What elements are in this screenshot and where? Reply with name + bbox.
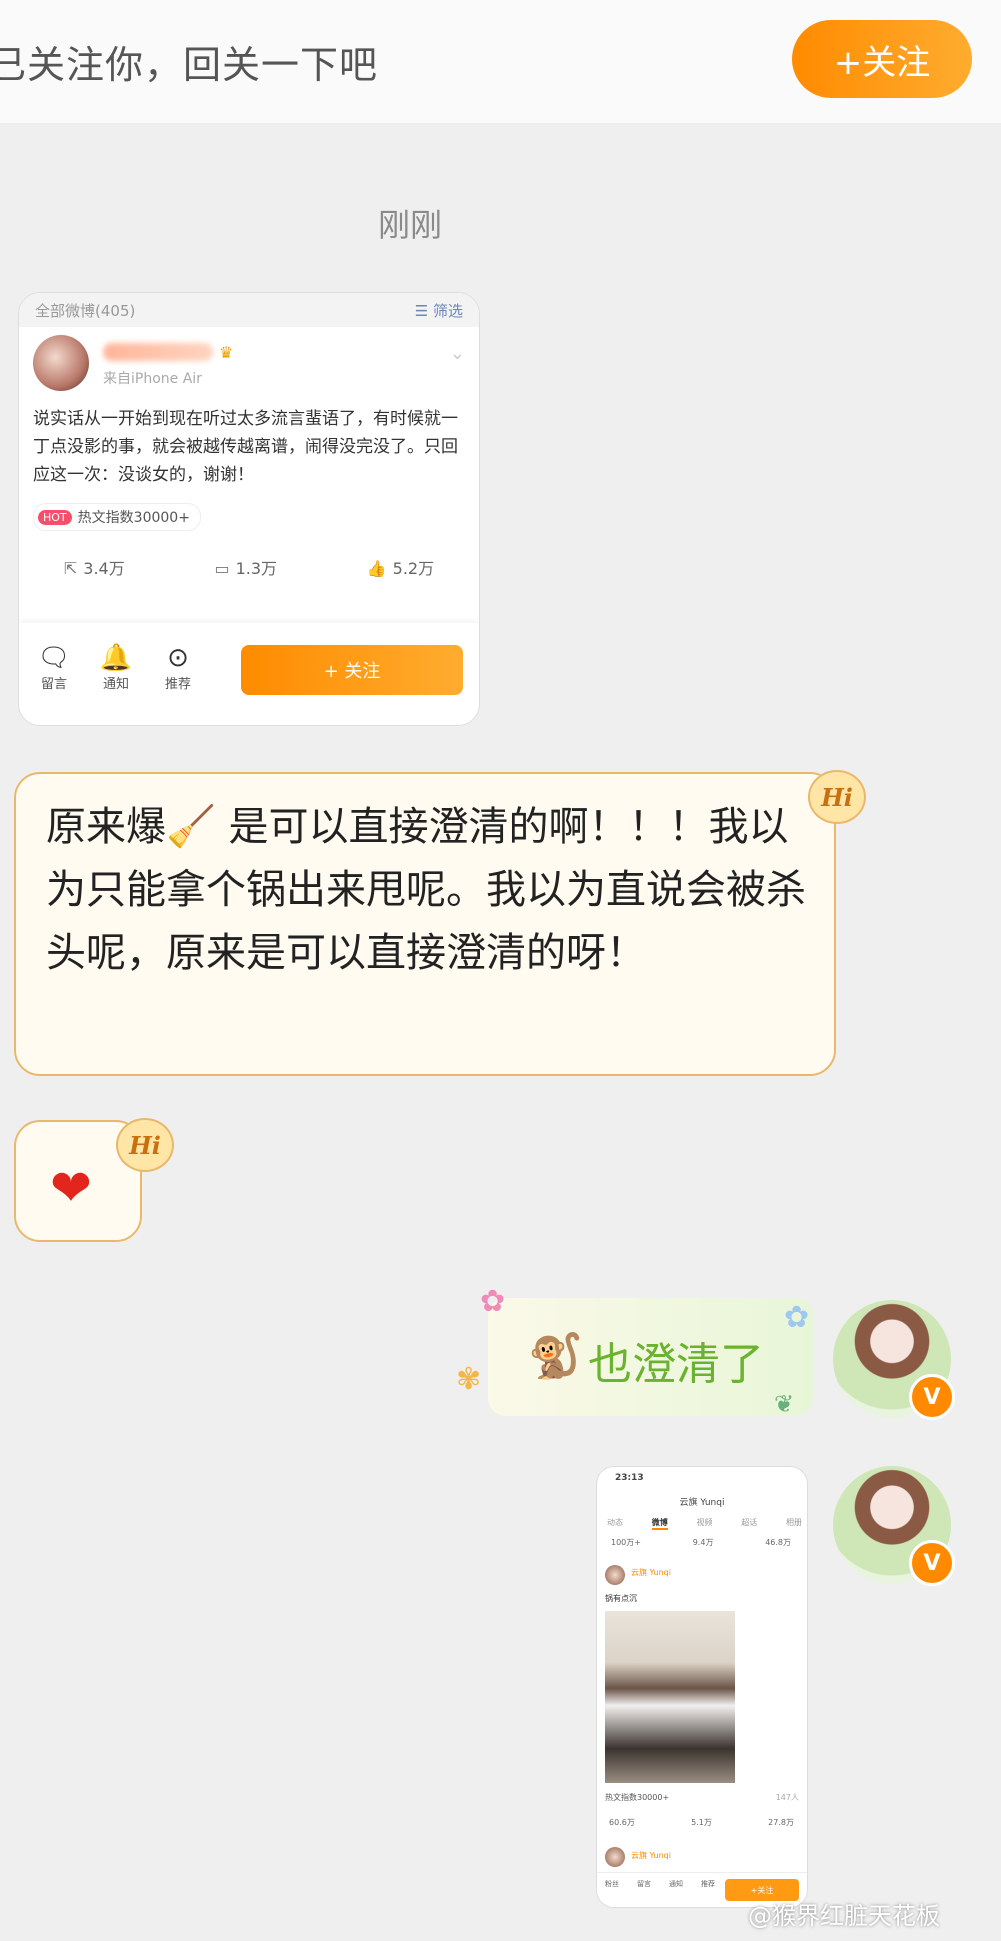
phone-bar-items: 粉丝 留言 通知 推荐 xyxy=(605,1879,715,1889)
phone-tab-active: 微博 xyxy=(651,1517,668,1530)
phone-bar-item: 推荐 xyxy=(701,1880,715,1888)
incoming-message-text: 原来爆🧹 是可以直接澄清的啊！！！我以为只能拿个锅出来甩呢。我以为直说会被杀头呢… xyxy=(46,804,806,976)
heart-icon: ❤ xyxy=(50,1159,92,1217)
flower-decoration-icon: ✿ xyxy=(480,1284,506,1319)
outgoing-screenshot-image[interactable]: 23:13 云旗 Yunqi 动态 微博 视频 超话 相册 100万+ 9.4万… xyxy=(596,1466,808,1908)
verified-badge-icon: V xyxy=(909,1540,955,1586)
phone-hot-label: 热文指数30000+ xyxy=(605,1793,670,1802)
verified-badge-icon: V xyxy=(909,1374,955,1420)
hot-index-tag: HOT 热文指数30000+ xyxy=(33,503,201,531)
like-stat: 👍 5.2万 xyxy=(367,555,434,579)
repost-count: 3.4万 xyxy=(83,559,125,578)
crown-icon: ♛ xyxy=(219,343,234,362)
post-source: 来自iPhone Air xyxy=(103,371,202,387)
bar-item-recommend: ⊙ 推荐 xyxy=(153,643,203,692)
phone-tabs: 动态 微博 视频 超话 相册 xyxy=(607,1517,802,1530)
outgoing-message-bubble[interactable]: 🐒 也澄清了 xyxy=(488,1298,813,1416)
card-bottom-bar: 🗨 留言 🔔 通知 ⊙ 推荐 + 关注 xyxy=(19,623,479,725)
like-count: 5.2万 xyxy=(392,559,435,578)
flower-decoration-icon: ✿ xyxy=(784,1300,810,1335)
incoming-message-bubble[interactable]: 原来爆🧹 是可以直接澄清的啊！！！我以为只能拿个锅出来甩呢。我以为直说会被杀头呢… xyxy=(14,772,836,1076)
phone-comment-count: 5.1万 xyxy=(691,1818,712,1827)
phone-post-text: 锅有点沉 xyxy=(605,1594,637,1603)
filter-label: ☰ 筛选 xyxy=(414,301,463,320)
comment-count: 1.3万 xyxy=(235,559,278,578)
phone-tab: 相册 xyxy=(786,1518,802,1527)
phone-bar-item: 粉丝 xyxy=(605,1880,619,1888)
phone-bar-item: 留言 xyxy=(637,1880,651,1888)
phone-profile-title: 云旗 Yunqi xyxy=(679,1498,725,1508)
flower-bouquet-icon: ✾ xyxy=(456,1362,482,1397)
filter-text: 筛选 xyxy=(432,301,463,320)
phone-user-avatar-2 xyxy=(605,1847,625,1867)
phone-count: 100万+ xyxy=(611,1538,641,1547)
comment-box-icon: 🗨 xyxy=(37,643,71,673)
phone-like-count: 27.8万 xyxy=(768,1818,794,1827)
hot-pill: HOT xyxy=(38,509,72,525)
monkey-icon: 🐒 xyxy=(528,1331,583,1382)
timestamp: 刚刚 xyxy=(377,206,442,244)
bar-label-message: 留言 xyxy=(40,677,67,692)
poster-avatar xyxy=(33,335,89,391)
phone-post-stats: 60.6万 5.1万 27.8万 xyxy=(609,1817,794,1828)
bar-label-notify: 通知 xyxy=(102,677,129,692)
phone-user-name: 云旗 Yunqi xyxy=(631,1568,671,1577)
outgoing-message-text: 也澄清了 xyxy=(588,1339,764,1390)
phone-tab: 视频 xyxy=(696,1518,713,1527)
hi-badge-icon: Hi xyxy=(116,1118,174,1172)
my-avatar[interactable]: V xyxy=(833,1466,955,1586)
bell-icon: 🔔 xyxy=(99,643,133,673)
phone-count: 46.8万 xyxy=(765,1538,791,1547)
blurred-username xyxy=(103,343,213,361)
post-stats: ⇱ 3.4万 ▭ 1.3万 👍 5.2万 xyxy=(19,555,479,579)
phone-tab: 动态 xyxy=(607,1518,623,1527)
hot-index-label: 热文指数30000+ xyxy=(77,510,190,526)
phone-repost-count: 60.6万 xyxy=(609,1818,635,1827)
shared-screenshot-card[interactable]: 全部微博(405) ☰ 筛选 ♛ 来自iPhone Air ⌄ 说实话从一开始到… xyxy=(18,292,480,726)
top-banner: 已关注你，回关一下吧 +关注 xyxy=(0,0,1001,123)
leaf-decoration-icon: ❦ xyxy=(774,1390,795,1418)
repost-stat: ⇱ 3.4万 xyxy=(64,555,125,579)
phone-count: 9.4万 xyxy=(692,1538,714,1547)
hi-badge-icon: Hi xyxy=(808,770,866,824)
phone-bar-item: 通知 xyxy=(669,1880,683,1888)
bar-label-recommend: 推荐 xyxy=(164,677,191,692)
comment-icon: ▭ xyxy=(214,559,230,578)
card-follow-button: + 关注 xyxy=(241,645,463,695)
phone-post-photo xyxy=(605,1611,735,1783)
bar-item-message: 🗨 留言 xyxy=(29,643,79,692)
phone-user-name-2: 云旗 Yunqi xyxy=(631,1851,671,1860)
phone-likes-count: 147人 xyxy=(775,1793,799,1802)
my-avatar[interactable]: V xyxy=(833,1300,955,1420)
card-header: 全部微博(405) ☰ 筛选 xyxy=(19,293,479,327)
repost-icon: ⇱ xyxy=(63,559,78,578)
follow-button[interactable]: +关注 xyxy=(792,20,972,98)
bar-item-notify: 🔔 通知 xyxy=(91,643,141,692)
all-posts-tab: 全部微博(405) xyxy=(35,301,136,320)
phone-counts: 100万+ 9.4万 46.8万 xyxy=(611,1537,791,1548)
comment-stat: ▭ 1.3万 xyxy=(214,555,277,579)
watermark: @猴界红脏天花板 xyxy=(748,1902,940,1930)
chevron-down-icon: ⌄ xyxy=(449,343,465,364)
post-text: 说实话从一开始到现在听过太多流言蜚语了，有时候就一丁点没影的事，就会被越传越离谱… xyxy=(33,409,458,485)
follow-back-prompt: 已关注你，回关一下吧 xyxy=(0,43,379,87)
recommend-icon: ⊙ xyxy=(167,643,189,673)
phone-user-avatar xyxy=(605,1565,625,1585)
thumbs-up-icon: 👍 xyxy=(366,559,387,578)
phone-tab: 超话 xyxy=(741,1518,758,1527)
phone-time: 23:13 xyxy=(615,1473,644,1483)
